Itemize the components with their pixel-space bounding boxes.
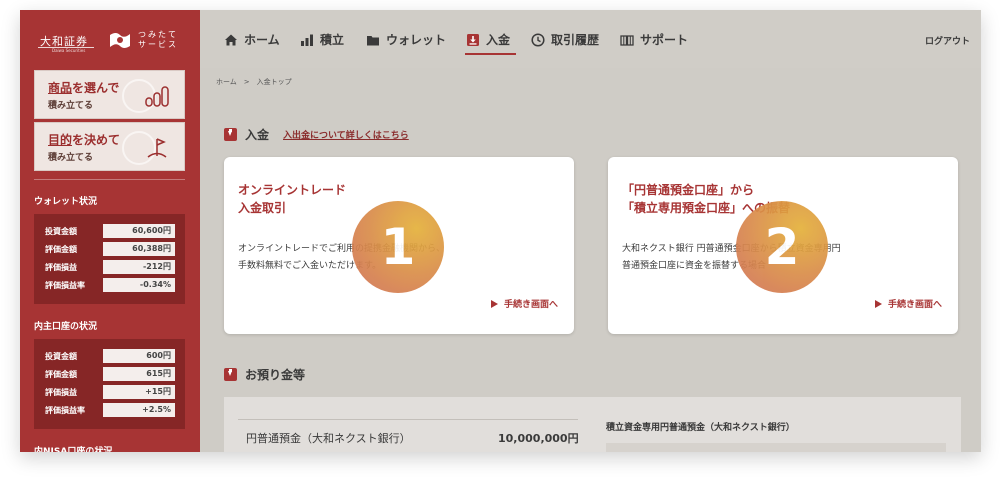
choose-product-title: 商品を選んで [48, 79, 119, 96]
clock-icon [531, 32, 545, 47]
stat-value: +2.5% [103, 403, 175, 417]
online-trade-action-link[interactable]: 手続き画面へ [491, 297, 558, 310]
domestic-status-title: 内主口座の状況 [34, 322, 98, 332]
stat-value: 600円 [103, 349, 175, 363]
nav-home[interactable]: ホーム [224, 31, 280, 48]
stat-value: -0.34% [103, 278, 175, 292]
step-badge-1: 1 [352, 201, 444, 293]
nav-tsumitate-label: 積立 [320, 33, 345, 47]
flag-goal-icon [147, 138, 167, 158]
deposit-icon [467, 33, 479, 46]
service-line-2: サービス [138, 40, 178, 49]
nav-support-label: サポート [640, 33, 689, 47]
choose-product-title-key: 商品 [48, 81, 73, 95]
nav-support[interactable]: サポート [620, 31, 688, 48]
step-badge-2: 2 [736, 201, 828, 293]
nav-deposit[interactable]: 入金 [466, 31, 510, 48]
home-icon [225, 34, 237, 45]
stat-value: 615円 [103, 367, 175, 381]
domestic-stats: 投資金額 600円評価金額 615円評価損益 +15円評価損益率 +2.5% [34, 339, 185, 429]
online-trade-title: オンライントレード 入金取引 [238, 183, 347, 215]
deposit-heading: 入金 入出金について詳しくはこちら [224, 126, 409, 143]
nav-history-label: 取引履歴 [551, 33, 600, 47]
coins-icon [145, 86, 169, 107]
wallet-status-title: ウォレット状況 [34, 197, 98, 207]
choose-product-card[interactable]: 商品を選んで 積み立てる [34, 70, 185, 119]
app-window: 大和証券 Daiwa Securities つみたて サービス 商品を選んで 積… [20, 10, 981, 452]
stat-value: -212円 [103, 260, 175, 274]
logout-link[interactable]: ログアウト [925, 34, 970, 47]
balances-heading: お預り金等 [224, 366, 305, 383]
choose-goal-title-rest: を決めて [72, 133, 121, 147]
bar-chart-icon [301, 34, 313, 46]
choose-product-title-rest: を選んで [72, 81, 120, 95]
deposit-icon [224, 128, 237, 141]
stat-label: 評価金額 [45, 245, 77, 254]
nav-deposit-label: 入金 [486, 33, 511, 47]
transfer-action-link[interactable]: 手続き画面へ [875, 297, 942, 310]
flag-icon [110, 33, 130, 48]
nisa-status-title: 内NISA口座の状況 [34, 447, 113, 452]
yen-savings-label: 円普通預金（大和ネクスト銀行） [246, 432, 411, 445]
stat-row: 評価損益率 -0.34% [44, 277, 175, 295]
book-icon [620, 34, 634, 46]
choose-goal-title: 目的を決めて [48, 131, 120, 148]
online-trade-deposit-card[interactable]: オンライントレード 入金取引 オンライントレードでご利用の提携金融機関から、 手… [224, 157, 574, 334]
stat-value: 60,600円 [103, 224, 175, 238]
stat-label: 投資金額 [45, 352, 77, 361]
tsumitate-savings-title: 積立資金専用円普通預金（大和ネクスト銀行） [606, 423, 795, 433]
stat-label: 評価金額 [45, 370, 77, 379]
stat-label: 評価損益 [45, 263, 77, 272]
deposit-detail-link[interactable]: 入出金について詳しくはこちら [283, 128, 409, 141]
nav-wallet-label: ウォレット [386, 33, 447, 47]
sidebar-divider [34, 179, 185, 180]
sidebar: 大和証券 Daiwa Securities つみたて サービス 商品を選んで 積… [20, 10, 200, 452]
choose-goal-title-key: 目的 [48, 133, 73, 147]
nav-tsumitate[interactable]: 積立 [300, 31, 344, 48]
stat-row: 投資金額 600円 [44, 348, 175, 366]
yen-savings-value: 10,000,000円 [498, 432, 579, 445]
stat-label: 評価損益率 [45, 406, 85, 415]
stat-label: 評価損益率 [45, 281, 85, 290]
stat-row: 評価金額 60,388円 [44, 241, 175, 259]
brand-subtitle: Daiwa Securities [52, 48, 86, 53]
choose-goal-card[interactable]: 目的を決めて 積み立てる [34, 122, 185, 171]
stat-row: 評価金額 615円 [44, 366, 175, 384]
stat-label: 投資金額 [45, 227, 77, 236]
logo[interactable]: 大和証券 Daiwa Securities つみたて サービス [36, 27, 190, 57]
nav-wallet[interactable]: ウォレット [366, 31, 446, 48]
balances-panel: 円普通預金（大和ネクスト銀行） 10,000,000円 積立資金専用円普通預金（… [224, 397, 961, 452]
choose-product-sub: 積み立てる [48, 101, 94, 111]
choose-goal-sub: 積み立てる [48, 153, 94, 163]
nav-active-indicator [465, 53, 516, 55]
stat-row: 投資金額 60,600円 [44, 223, 175, 241]
service-name: つみたて サービス [138, 30, 178, 50]
wallet-stats: 投資金額 60,600円評価金額 60,388円評価損益 -212円評価損益率 -0.3… [34, 214, 185, 304]
deposit-heading-label: 入金 [245, 128, 270, 142]
balances-heading-label: お預り金等 [245, 368, 306, 382]
stat-label: 評価損益 [45, 388, 77, 397]
stat-row: 評価損益率 +2.5% [44, 402, 175, 420]
service-line-1: つみたて [138, 30, 178, 39]
balances-divider [238, 419, 578, 420]
stat-row: 評価損益 +15円 [44, 384, 175, 402]
breadcrumb: ホーム > 入金トップ [216, 78, 292, 86]
tsumitate-savings-box [606, 443, 946, 452]
transfer-deposit-card[interactable]: 「円普通預金口座」から 「積立専用預金口座」への振替 大和ネクスト銀行 円普通預… [608, 157, 958, 334]
stat-value: 60,388円 [103, 242, 175, 256]
stat-row: 評価損益 -212円 [44, 259, 175, 277]
wallet-icon [367, 35, 379, 45]
nav-history[interactable]: 取引履歴 [531, 31, 599, 48]
deposit-icon [224, 368, 237, 381]
nav-home-label: ホーム [244, 33, 280, 47]
top-nav: ホーム 積立 ウォレット 入金 取引履歴 サポート ログアウト [200, 10, 981, 68]
stat-value: +15円 [103, 385, 175, 399]
